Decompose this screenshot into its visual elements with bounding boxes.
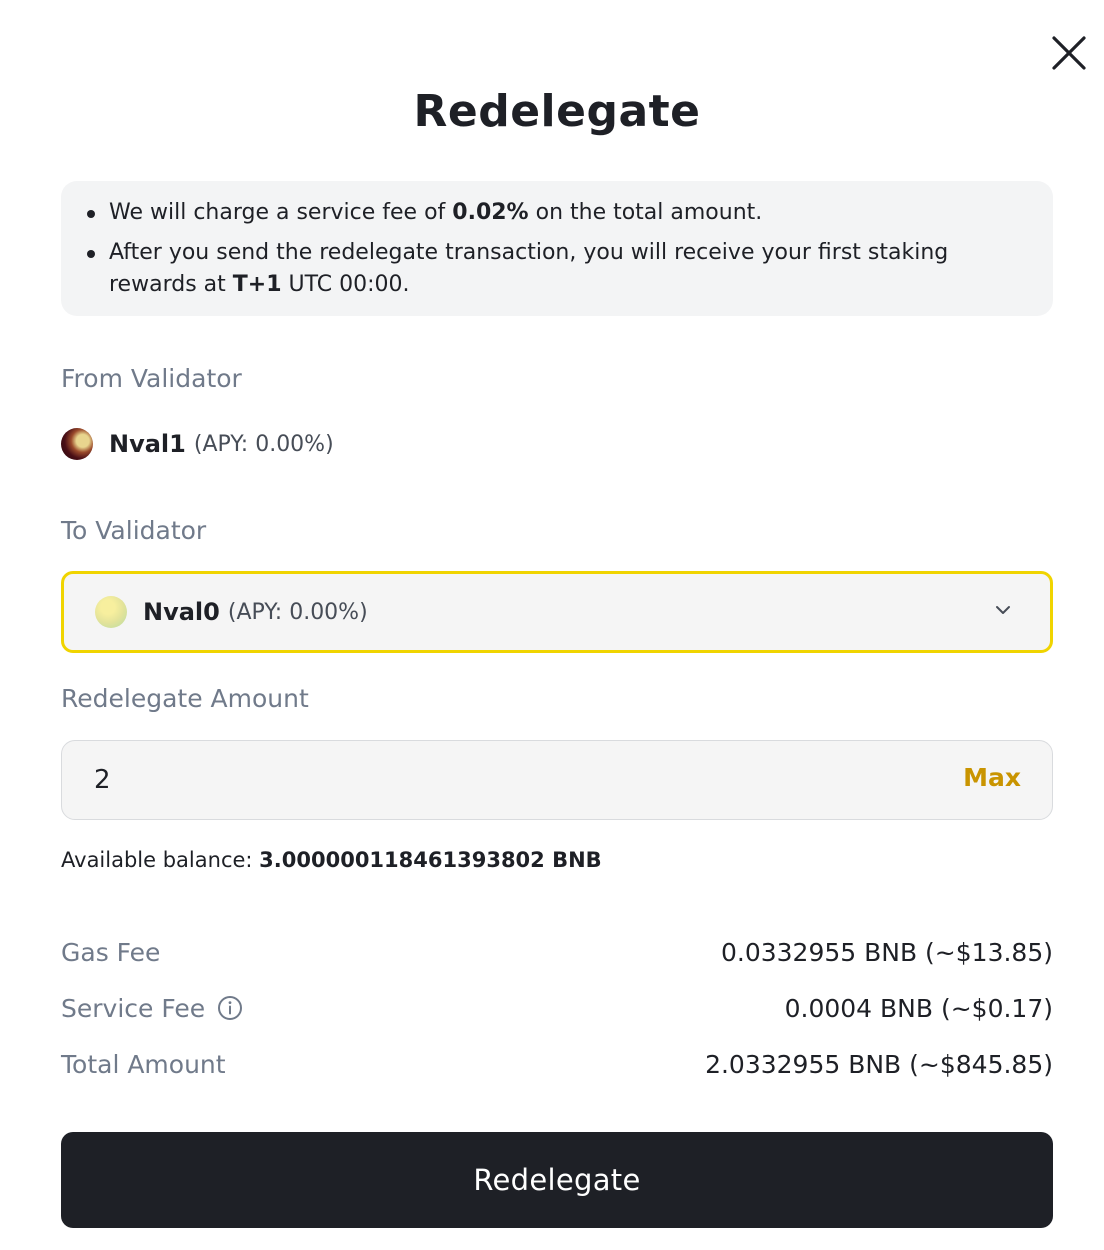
- notice-fee-percent: 0.02%: [452, 200, 529, 225]
- total-amount-row: Total Amount 2.0332955 BNB (~$845.85): [61, 1046, 1053, 1082]
- amount-input[interactable]: [94, 759, 914, 801]
- from-validator: Nval1 (APY: 0.00%): [61, 424, 334, 464]
- to-validator-select[interactable]: Nval0 (APY: 0.00%): [61, 571, 1053, 653]
- redelegate-modal: Redelegate We will charge a service fee …: [0, 0, 1104, 1250]
- notice-text: on the total amount.: [528, 200, 763, 225]
- redelegate-button[interactable]: Redelegate: [61, 1132, 1053, 1228]
- service-fee-label: Service Fee: [61, 993, 206, 1023]
- validator-avatar: [95, 596, 127, 628]
- chevron-down-icon: [996, 606, 1010, 614]
- max-button[interactable]: Max: [963, 763, 1021, 792]
- notice-item-fee: We will charge a service fee of 0.02% on…: [87, 197, 1013, 229]
- notice-text: UTC 00:00.: [281, 272, 410, 297]
- from-validator-name: Nval1: [109, 430, 186, 458]
- service-fee-value: 0.0004 BNB (~$0.17): [784, 993, 1053, 1023]
- amount-label: Redelegate Amount: [61, 684, 309, 713]
- close-icon: [1052, 36, 1086, 70]
- gas-fee-label: Gas Fee: [61, 937, 161, 967]
- to-validator-label: To Validator: [61, 516, 207, 545]
- notice-box: We will charge a service fee of 0.02% on…: [61, 181, 1053, 316]
- modal-title: Redelegate: [413, 86, 701, 137]
- balance-value: 3.000000118461393802 BNB: [259, 848, 602, 872]
- amount-field: Max: [61, 740, 1053, 820]
- notice-text: We will charge a service fee of: [109, 200, 453, 225]
- notice-item-rewards: After you send the redelegate transactio…: [87, 237, 1013, 301]
- close-button[interactable]: [1048, 32, 1090, 74]
- validator-avatar: [61, 428, 93, 460]
- from-validator-label: From Validator: [61, 364, 242, 393]
- total-amount-value: 2.0332955 BNB (~$845.85): [705, 1049, 1053, 1079]
- balance-label: Available balance:: [61, 848, 260, 872]
- to-validator-name: Nval0: [143, 598, 220, 626]
- notice-rewards-day: T+1: [232, 272, 282, 297]
- available-balance: Available balance: 3.000000118461393802 …: [61, 848, 602, 872]
- to-validator-apy: (APY: 0.00%): [227, 599, 368, 625]
- total-amount-label: Total Amount: [61, 1049, 226, 1079]
- gas-fee-row: Gas Fee 0.0332955 BNB (~$13.85): [61, 934, 1053, 970]
- from-validator-apy: (APY: 0.00%): [193, 431, 334, 457]
- info-icon[interactable]: [217, 995, 243, 1021]
- service-fee-label-wrap: Service Fee: [61, 994, 243, 1023]
- gas-fee-value: 0.0332955 BNB (~$13.85): [720, 937, 1053, 967]
- service-fee-row: Service Fee 0.0004 BNB (~$0.17): [61, 990, 1053, 1026]
